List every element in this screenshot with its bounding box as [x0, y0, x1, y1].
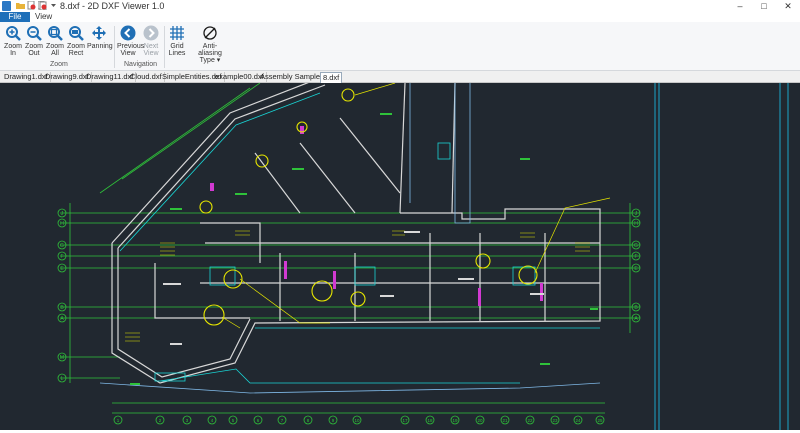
close-all-icon[interactable]: [38, 1, 47, 10]
zoom-all-button[interactable]: Zoom All: [45, 25, 65, 57]
zoom-group-label: Zoom: [50, 61, 68, 68]
grid-label: 5: [232, 418, 235, 423]
door-marks: [210, 126, 543, 306]
grid-label: L: [61, 376, 64, 382]
grid-lines-button[interactable]: Grid Lines: [167, 25, 187, 57]
grid-label: G: [60, 243, 64, 249]
grid-lines-label: Grid Lines: [168, 43, 186, 57]
quick-access-dropdown-icon[interactable]: [49, 1, 58, 10]
zoom-out-label: Zoom Out: [25, 43, 43, 57]
grid-label: 20: [477, 418, 483, 423]
grid-label: 24: [575, 418, 581, 423]
grid-label: M: [60, 355, 64, 361]
grid-label: 8: [307, 418, 310, 423]
window-title: 8.dxf - 2D DXF Viewer 1.0: [60, 1, 165, 11]
grid-label: F: [60, 254, 63, 260]
grid-label: 4: [211, 418, 214, 423]
panning-label: Panning: [87, 43, 113, 50]
grid-label: F: [634, 254, 637, 260]
menu-view[interactable]: View: [35, 12, 52, 22]
grid-label: A: [634, 316, 638, 322]
grid-label: 17: [402, 418, 408, 423]
sheet-border: [654, 83, 789, 430]
grid-label: 22: [527, 418, 533, 423]
grid-label: E: [60, 266, 64, 272]
arrow-right-icon: [143, 25, 159, 41]
maximize-button[interactable]: □: [752, 0, 776, 12]
interior-lines: [119, 92, 600, 384]
menu-bar: File View: [0, 12, 800, 22]
previous-view-button[interactable]: Previous View: [117, 25, 144, 57]
cad-drawing: J H G F E B A M L J H G F E B A 1 2 3 4 …: [57, 77, 789, 430]
move-arrows-icon: [92, 26, 106, 40]
grid-label: 25: [597, 418, 603, 423]
grid-icon: [170, 26, 184, 40]
antialiasing-button[interactable]: Anti-aliasing Type ▾: [192, 25, 228, 64]
grid-label: 10: [354, 418, 360, 423]
group-separator: [164, 26, 165, 68]
tab-8[interactable]: 8.dxf: [320, 72, 343, 83]
panning-button[interactable]: Panning: [87, 25, 113, 50]
grid-label: H: [634, 221, 638, 227]
group-separator: [114, 26, 115, 68]
stair-marks: [125, 230, 590, 342]
zoom-in-button[interactable]: Zoom In: [3, 25, 23, 57]
antialiasing-icon: [203, 26, 217, 40]
zoom-out-button[interactable]: Zoom Out: [24, 25, 44, 57]
close-file-icon[interactable]: [27, 1, 36, 10]
zoom-rect-icon: [69, 26, 84, 41]
grid-label: 23: [552, 418, 558, 423]
grid-label: J: [635, 211, 638, 217]
zoom-in-icon: [6, 26, 21, 41]
zoom-all-label: Zoom All: [46, 43, 64, 57]
title-bar: 8.dxf - 2D DXF Viewer 1.0 – □ ✕: [0, 0, 800, 12]
grid-labels-left: J H G F E B A M L: [60, 211, 64, 382]
document-tabs: Drawing1.dxf Drawing9.dxf Drawing11.dxf …: [0, 71, 800, 83]
grid-label: 3: [186, 418, 189, 423]
arrow-left-icon: [120, 25, 136, 41]
grid-label: B: [634, 305, 638, 311]
grid-label: 19: [452, 418, 458, 423]
grid-label: J: [61, 211, 64, 217]
menu-file[interactable]: File: [0, 12, 30, 22]
minimize-button[interactable]: –: [728, 0, 752, 12]
grid-label: 6: [257, 418, 260, 423]
antialiasing-label: Anti-aliasing Type ▾: [198, 43, 222, 64]
zoom-rect-button[interactable]: Zoom Rect: [66, 25, 86, 57]
open-folder-icon[interactable]: [16, 1, 25, 10]
zoom-out-icon: [27, 26, 42, 41]
grid-label: B: [60, 305, 64, 311]
drawing-canvas[interactable]: J H G F E B A M L J H G F E B A 1 2 3 4 …: [0, 77, 800, 430]
grid-label: 7: [281, 418, 284, 423]
grid-label: 18: [427, 418, 433, 423]
grid-label: 21: [502, 418, 508, 423]
next-view-button[interactable]: Next View: [141, 25, 161, 57]
app-icon: [2, 1, 11, 11]
zoom-rect-label: Zoom Rect: [67, 43, 85, 57]
revision-clouds: [199, 88, 538, 326]
grid-label: E: [634, 266, 638, 272]
annotation-marks: [130, 113, 598, 385]
grid-label: 9: [332, 418, 335, 423]
grid-label: G: [634, 243, 638, 249]
axis-grid: [60, 82, 640, 414]
grid-label: A: [60, 316, 64, 322]
zoom-all-icon: [48, 26, 63, 41]
grid-labels-right: J H G F E B A: [634, 211, 638, 322]
next-view-label: Next View: [143, 43, 159, 57]
navigation-group-label: Navigation: [124, 61, 158, 68]
grid-label: 2: [159, 418, 162, 423]
grid-label: H: [60, 221, 64, 227]
site-outline: [99, 83, 601, 394]
close-button[interactable]: ✕: [776, 0, 800, 12]
grid-label: 1: [117, 418, 120, 423]
zoom-in-label: Zoom In: [4, 43, 22, 57]
ribbon: Zoom In Zoom Out Zoom All Zoom Rect Pann…: [0, 22, 800, 71]
